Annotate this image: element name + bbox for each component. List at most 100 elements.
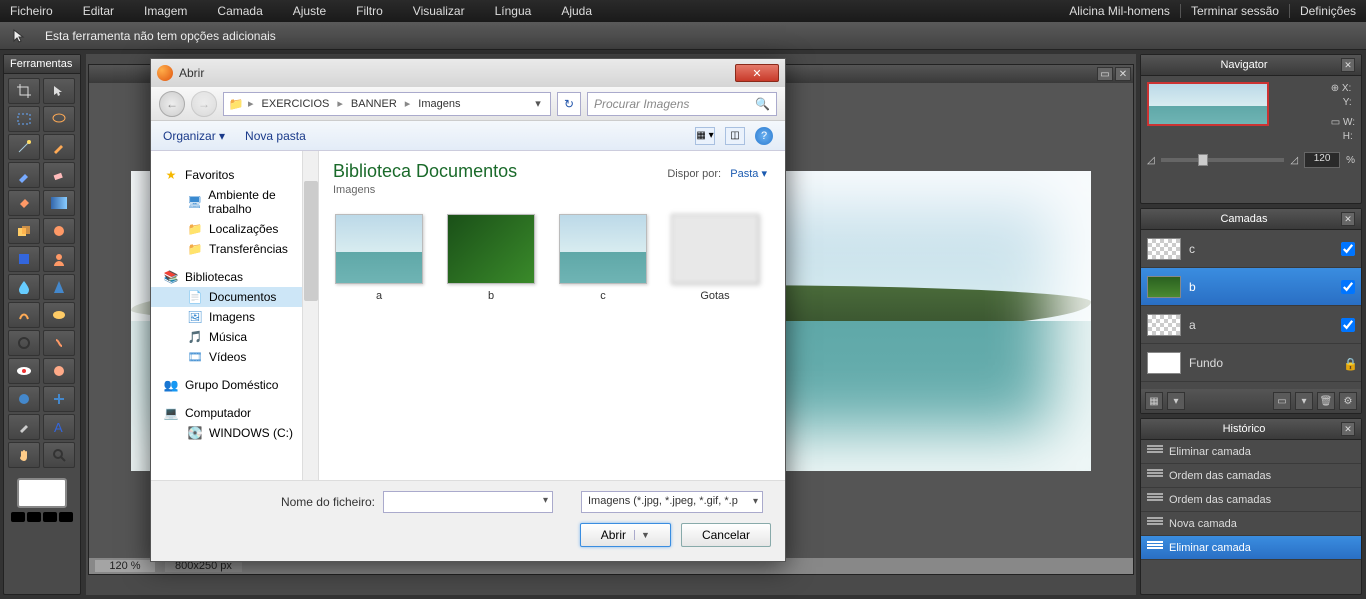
tree-libraries[interactable]: 📚Bibliotecas	[151, 267, 318, 287]
tree-drive-c[interactable]: 💽WINDOWS (C:)	[151, 423, 318, 443]
forward-button[interactable]: →	[191, 91, 217, 117]
search-input[interactable]: Procurar Imagens 🔍	[587, 92, 777, 116]
sponge-tool[interactable]	[43, 302, 75, 328]
breadcrumb-segment[interactable]: EXERCICIOS	[258, 98, 334, 110]
cancel-button[interactable]: Cancelar	[681, 523, 771, 547]
menu-filtro[interactable]: Filtro	[356, 4, 383, 18]
logout-link[interactable]: Terminar sessão	[1180, 4, 1279, 18]
shape-tool[interactable]	[8, 246, 40, 272]
swatch[interactable]	[27, 512, 41, 522]
dialog-titlebar[interactable]: Abrir ✕	[151, 59, 785, 87]
tree-locations[interactable]: 📁Localizações	[151, 219, 318, 239]
people-tool[interactable]	[43, 246, 75, 272]
file-type-select[interactable]: Imagens (*.jpg, *.jpeg, *.gif, *.p▾	[581, 491, 763, 513]
file-thumb[interactable]: a	[333, 214, 425, 302]
tree-favorites[interactable]: ★Favoritos	[151, 165, 318, 185]
organize-menu[interactable]: Organizar ▾	[163, 129, 225, 143]
zoom-tool[interactable]	[43, 442, 75, 468]
tree-music[interactable]: 🎵Música	[151, 327, 318, 347]
marquee-tool[interactable]	[8, 106, 40, 132]
smudge-tool[interactable]	[8, 302, 40, 328]
new-layer-button[interactable]: ▦	[1145, 392, 1163, 410]
crop-tool[interactable]	[8, 78, 40, 104]
eraser-tool[interactable]	[43, 162, 75, 188]
layer-visibility-checkbox[interactable]	[1341, 318, 1355, 332]
breadcrumb-dropdown[interactable]: ▾	[530, 97, 546, 110]
menu-ajuda[interactable]: Ajuda	[561, 4, 592, 18]
arrange-value[interactable]: Pasta ▾	[730, 168, 767, 180]
file-thumb[interactable]: Gotas	[669, 214, 761, 302]
dropdown-icon[interactable]: ▾	[753, 496, 758, 507]
scrollbar[interactable]	[302, 151, 318, 480]
clone-tool[interactable]	[8, 218, 40, 244]
bucket-tool[interactable]	[8, 190, 40, 216]
menu-editar[interactable]: Editar	[83, 4, 114, 18]
color-replace-tool[interactable]	[43, 218, 75, 244]
split-dropdown-icon[interactable]: ▼	[634, 530, 650, 540]
tree-downloads[interactable]: 📁Transferências	[151, 239, 318, 259]
window-close-button[interactable]: ✕	[1115, 67, 1131, 81]
bloat-tool[interactable]	[8, 386, 40, 412]
settings-link[interactable]: Definições	[1289, 4, 1356, 18]
dialog-close-button[interactable]: ✕	[735, 64, 779, 82]
tree-pictures[interactable]: 🖼Imagens	[151, 307, 318, 327]
tree-documents[interactable]: 📄Documentos	[151, 287, 318, 307]
sharpen-tool[interactable]	[43, 274, 75, 300]
refresh-button[interactable]: ↻	[557, 92, 581, 116]
layer-visibility-checkbox[interactable]	[1341, 280, 1355, 294]
menu-camada[interactable]: Camada	[217, 4, 262, 18]
menu-visualizar[interactable]: Visualizar	[413, 4, 465, 18]
layer-row[interactable]: a	[1141, 306, 1361, 344]
layer-row[interactable]: Fundo 🔒	[1141, 344, 1361, 382]
foreground-color-swatch[interactable]	[17, 478, 67, 508]
dropdown-icon[interactable]: ▾	[543, 495, 548, 506]
pinch-tool[interactable]	[43, 386, 75, 412]
blur-tool[interactable]	[8, 274, 40, 300]
menu-ajuste[interactable]: Ajuste	[293, 4, 326, 18]
file-thumb[interactable]: c	[557, 214, 649, 302]
layer-row[interactable]: b	[1141, 268, 1361, 306]
swatch[interactable]	[59, 512, 73, 522]
help-button[interactable]: ?	[755, 127, 773, 145]
window-maximize-button[interactable]: ▭	[1097, 67, 1113, 81]
layer-row[interactable]: c	[1141, 230, 1361, 268]
swatch[interactable]	[11, 512, 25, 522]
breadcrumb[interactable]: 📁 ▸ EXERCICIOS ▸ BANNER ▸ Imagens ▾	[223, 92, 551, 116]
history-item[interactable]: Ordem das camadas	[1141, 464, 1361, 488]
preview-pane-button[interactable]: ◫	[725, 127, 745, 145]
open-button[interactable]: Abrir▼	[580, 523, 671, 547]
move-tool[interactable]	[43, 78, 75, 104]
eyedropper-tool[interactable]	[8, 414, 40, 440]
lasso-tool[interactable]	[43, 106, 75, 132]
zoom-value-input[interactable]: 120	[1304, 152, 1340, 168]
new-folder-button[interactable]: Nova pasta	[245, 129, 306, 143]
layer-visibility-checkbox[interactable]	[1341, 242, 1355, 256]
tree-videos[interactable]: 🎞Vídeos	[151, 347, 318, 367]
delete-layer-button[interactable]: 🗑	[1317, 392, 1335, 410]
dodge-tool[interactable]	[8, 330, 40, 356]
panel-close-button[interactable]: ✕	[1341, 58, 1355, 72]
gradient-tool[interactable]	[43, 190, 75, 216]
menu-imagem[interactable]: Imagem	[144, 4, 187, 18]
panel-close-button[interactable]: ✕	[1341, 212, 1355, 226]
layer-mask-button[interactable]: ▾	[1167, 392, 1185, 410]
menu-lingua[interactable]: Língua	[495, 4, 532, 18]
pencil-tool[interactable]	[43, 134, 75, 160]
menu-ficheiro[interactable]: Ficheiro	[10, 4, 53, 18]
redeye-tool[interactable]	[8, 358, 40, 384]
brush-tool[interactable]	[8, 162, 40, 188]
history-item[interactable]: Nova camada	[1141, 512, 1361, 536]
breadcrumb-segment[interactable]: BANNER	[347, 98, 401, 110]
type-tool[interactable]: A	[43, 414, 75, 440]
tree-computer[interactable]: 💻Computador	[151, 403, 318, 423]
view-mode-button[interactable]: ▦ ▾	[695, 127, 715, 145]
tree-desktop[interactable]: 🖥Ambiente de trabalho	[151, 185, 318, 219]
panel-close-button[interactable]: ✕	[1341, 422, 1355, 436]
history-item[interactable]: Eliminar camada	[1141, 440, 1361, 464]
spot-heal-tool[interactable]	[43, 358, 75, 384]
wand-tool[interactable]	[8, 134, 40, 160]
navigator-thumbnail[interactable]	[1147, 82, 1269, 126]
zoom-out-icon[interactable]: ◿	[1147, 155, 1155, 166]
user-name[interactable]: Alicina Mil-homens	[1059, 4, 1170, 18]
history-item[interactable]: Eliminar camada	[1141, 536, 1361, 560]
